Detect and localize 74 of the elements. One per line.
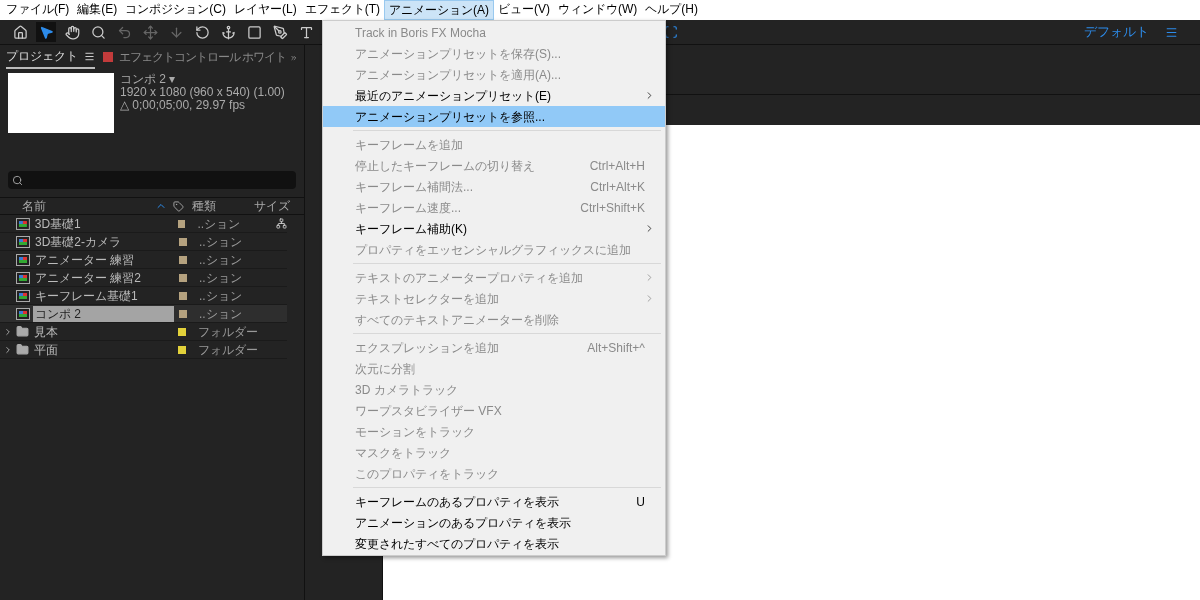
- label-icon: [173, 200, 184, 212]
- menu-item[interactable]: キーフレーム補助(K): [323, 218, 665, 239]
- expand-icon[interactable]: [3, 344, 13, 355]
- project-row[interactable]: 3D基礎1 ..ション: [0, 215, 287, 233]
- menu-bar-item[interactable]: ファイル(F): [2, 0, 74, 20]
- menu-bar-item[interactable]: ヘルプ(H): [641, 0, 702, 20]
- flowchart-icon[interactable]: [276, 218, 287, 229]
- item-type: ..ション: [199, 233, 242, 251]
- search-icon: [12, 174, 23, 186]
- label-swatch[interactable]: [179, 237, 187, 246]
- project-row[interactable]: 平面 フォルダー: [0, 341, 287, 359]
- project-row[interactable]: アニメーター 練習 ..ション: [0, 251, 287, 269]
- composition-icon: [16, 271, 30, 284]
- label-swatch[interactable]: [178, 345, 186, 354]
- menu-bar-item[interactable]: エフェクト(T): [300, 0, 384, 20]
- label-swatch[interactable]: [179, 255, 187, 264]
- composition-icon: [16, 289, 30, 302]
- pointer-icon[interactable]: [36, 22, 56, 42]
- item-name: 3D基礎2-カメラ: [34, 233, 122, 250]
- menu-bar-item[interactable]: 編集(E): [73, 0, 122, 20]
- project-row[interactable]: 見本 フォルダー: [0, 323, 287, 341]
- effect-label-icon: [103, 52, 113, 62]
- menu-bar-item[interactable]: ビュー(V): [494, 0, 554, 20]
- menu-bar-item[interactable]: アニメーション(A): [384, 0, 494, 20]
- menu-item[interactable]: キーフレームのあるプロパティを表示 U: [323, 491, 665, 512]
- item-name: 平面: [33, 341, 59, 358]
- comp-info-text: コンポ 2 ▾: [120, 73, 177, 86]
- comp-info-text: 1920 x 1080 (960 x 540) (1.00): [120, 86, 285, 99]
- item-name: キーフレーム基礎1: [34, 287, 139, 304]
- panel-tab[interactable]: プロジェクト: [6, 47, 95, 69]
- menu-item[interactable]: 最近のアニメーションプリセット(E): [323, 85, 665, 106]
- menu-icon[interactable]: [1165, 25, 1178, 39]
- item-type: ..ション: [199, 251, 242, 269]
- item-type: フォルダー: [198, 341, 258, 359]
- composition-icon: [16, 253, 30, 266]
- item-name: コンポ 2: [33, 305, 174, 322]
- menu-icon[interactable]: [84, 50, 95, 62]
- menu-item[interactable]: アニメーションのあるプロパティを表示: [323, 512, 665, 533]
- panel-tab[interactable]: エフェクトコントロール ホワイト: [103, 48, 287, 68]
- item-name: アニメーター 練習2: [34, 269, 142, 286]
- item-name: 3D基礎1: [33, 215, 82, 232]
- column-header[interactable]: 名前: [0, 197, 155, 215]
- column-header[interactable]: サイズ: [254, 197, 290, 215]
- column-header[interactable]: 種類: [192, 197, 254, 215]
- folder-icon: [16, 343, 29, 356]
- label-swatch[interactable]: [179, 291, 187, 300]
- label-swatch[interactable]: [177, 219, 186, 228]
- snap-icon[interactable]: [664, 25, 678, 39]
- item-type: フォルダー: [198, 323, 258, 341]
- folder-icon: [16, 325, 29, 338]
- menu-bar-item[interactable]: ウィンドウ(W): [554, 0, 642, 20]
- item-type: ..ション: [197, 215, 241, 233]
- project-row[interactable]: コンポ 2 ..ション: [0, 305, 287, 323]
- menu-item[interactable]: 変更されたすべてのプロパティを表示: [323, 533, 665, 554]
- label-swatch[interactable]: [178, 327, 186, 336]
- expand-icon[interactable]: [3, 326, 13, 337]
- item-type: ..ション: [199, 287, 242, 305]
- composition-icon: [16, 307, 30, 320]
- workspace-label[interactable]: デフォルト: [1084, 22, 1149, 42]
- search-field[interactable]: [8, 171, 296, 189]
- composition-icon: [16, 235, 30, 248]
- project-row[interactable]: 3D基礎2-カメラ ..ション: [0, 233, 287, 251]
- label-swatch[interactable]: [179, 309, 187, 318]
- menu-bar-item[interactable]: レイヤー(L): [230, 0, 301, 20]
- menu-bar-item[interactable]: コンポジション(C): [121, 0, 230, 20]
- composition-icon: [15, 217, 30, 230]
- project-row[interactable]: アニメーター 練習2 ..ション: [0, 269, 287, 287]
- item-type: ..ション: [199, 269, 242, 287]
- comp-info-text: △ 0;00;05;00, 29.97 fps: [120, 99, 246, 112]
- item-name: 見本: [33, 323, 59, 340]
- item-name: アニメーター 練習: [34, 251, 136, 268]
- item-type: ..ション: [199, 305, 242, 323]
- menu-item[interactable]: アニメーションプリセットを参照...: [323, 106, 665, 127]
- label-swatch[interactable]: [179, 273, 187, 282]
